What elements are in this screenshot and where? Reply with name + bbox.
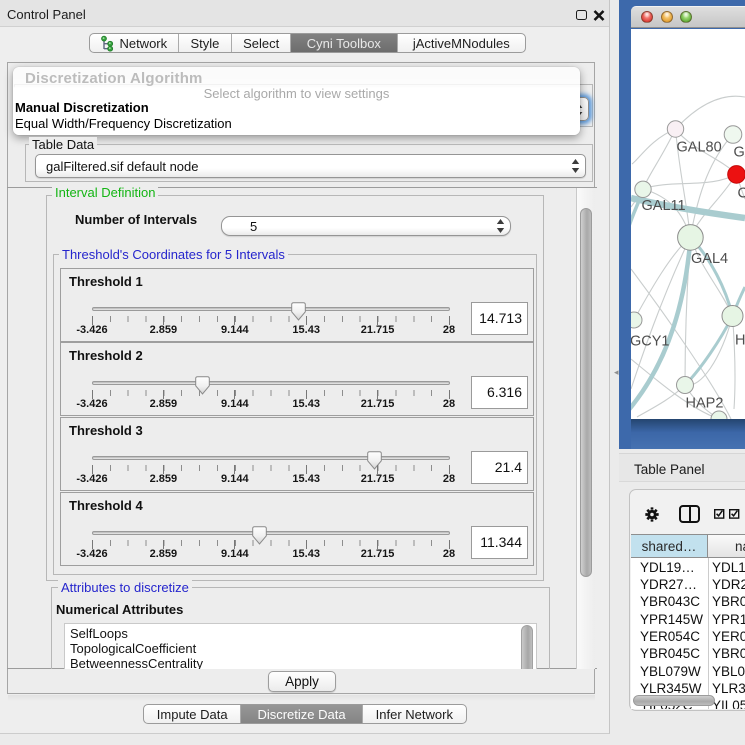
- svg-text:GAL11: GAL11: [642, 198, 686, 214]
- svg-text:GAL4: GAL4: [691, 251, 728, 267]
- svg-text:C: C: [738, 186, 745, 202]
- svg-text:GAL80: GAL80: [677, 140, 722, 156]
- svg-text:HAP2: HAP2: [686, 396, 724, 412]
- svg-text:GA: GA: [734, 145, 745, 161]
- svg-text:H: H: [735, 333, 745, 349]
- svg-text:GCY1: GCY1: [631, 334, 670, 350]
